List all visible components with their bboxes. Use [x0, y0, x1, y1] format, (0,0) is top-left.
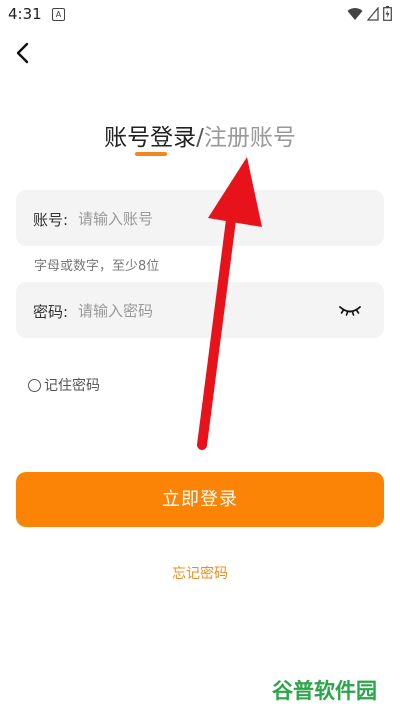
- password-label: 密码:: [33, 303, 69, 321]
- watermark-logo: 谷普软件园: [272, 679, 377, 703]
- forgot-password-link[interactable]: 忘记密码: [0, 563, 400, 583]
- active-tab-indicator: [135, 152, 167, 156]
- account-label: 账号:: [33, 211, 69, 229]
- battery-icon: [383, 6, 392, 21]
- tab-separator: /: [196, 125, 204, 151]
- auth-tabs: 账号登录/注册账号: [0, 118, 400, 152]
- password-field[interactable]: 密码:: [16, 282, 384, 338]
- login-button[interactable]: 立即登录: [16, 472, 384, 527]
- signal-icon: [367, 6, 379, 21]
- back-button[interactable]: [8, 38, 38, 68]
- radio-unchecked-icon[interactable]: [28, 378, 41, 392]
- password-visibility-toggle[interactable]: [338, 300, 362, 320]
- status-bar: 4:31 A: [0, 0, 400, 28]
- password-input[interactable]: [76, 296, 340, 326]
- remember-password-option[interactable]: 记住密码: [28, 375, 100, 395]
- account-hint: 字母或数字，至少8位: [34, 259, 160, 274]
- tab-account-login[interactable]: 账号登录: [104, 125, 196, 151]
- wifi-icon: [347, 7, 363, 20]
- annotation-arrow: [197, 157, 262, 450]
- eye-closed-icon: [339, 306, 361, 316]
- status-icons: [347, 6, 392, 21]
- tab-register-account[interactable]: 注册账号: [204, 125, 296, 151]
- status-time: 4:31: [8, 5, 42, 23]
- account-field[interactable]: 账号:: [16, 190, 384, 246]
- notification-app-icon: A: [52, 8, 65, 21]
- account-input[interactable]: [76, 204, 340, 234]
- remember-password-label: 记住密码: [44, 378, 100, 394]
- back-arrow-icon: [16, 42, 29, 64]
